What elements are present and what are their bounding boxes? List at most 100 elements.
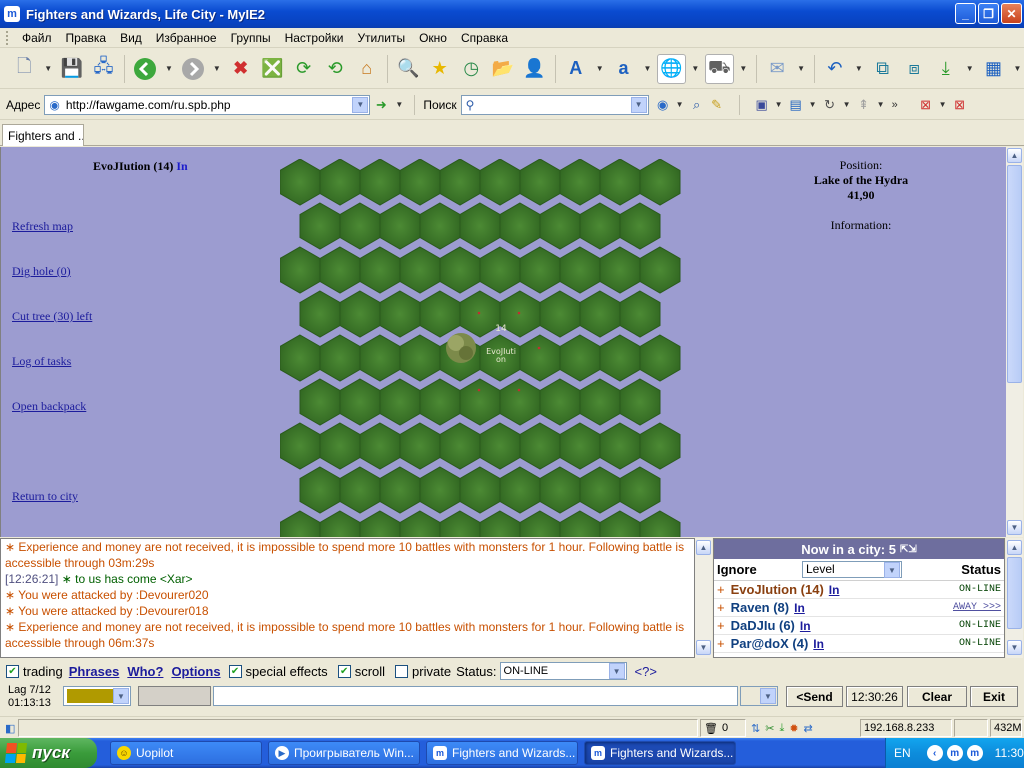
hex-cell[interactable]	[379, 466, 421, 514]
hex-cell[interactable]	[359, 159, 401, 206]
hex-cell[interactable]	[379, 202, 421, 250]
add-icon[interactable]: +	[717, 636, 725, 651]
more-chevron-icon[interactable]: »	[888, 90, 902, 120]
add-icon[interactable]: +	[717, 618, 725, 633]
move-marker[interactable]	[517, 311, 521, 315]
back-dropdown-icon[interactable]: ▼	[162, 54, 175, 84]
search-engine-icon[interactable]: ◉	[653, 95, 673, 115]
page-scrollbar[interactable]: ▲ ▼	[1006, 147, 1023, 537]
hex-cell[interactable]	[379, 290, 421, 338]
phrases-link[interactable]: Phrases	[69, 664, 120, 679]
highlight-icon[interactable]: ✎	[707, 95, 727, 115]
save-icon[interactable]: 💾	[58, 54, 87, 84]
download-status-icon[interactable]: ⤓	[779, 722, 784, 735]
hex-cell[interactable]	[519, 246, 561, 294]
hex-cell[interactable]	[579, 202, 621, 250]
hex-cell[interactable]	[559, 334, 601, 382]
hex-cell[interactable]	[599, 159, 641, 206]
hex-cell[interactable]	[439, 510, 481, 537]
task-fighters-wizards-1[interactable]: m Fighters and Wizards...	[426, 741, 578, 765]
hex-cell[interactable]	[280, 159, 321, 206]
hex-cell[interactable]	[539, 466, 581, 514]
hex-cell[interactable]	[639, 510, 681, 537]
net-status-icon[interactable]: ⇅	[751, 722, 760, 735]
user-status[interactable]: AWAY >>>	[953, 602, 1001, 613]
font-dropdown-icon[interactable]: ▼	[593, 54, 606, 84]
return-to-city-link[interactable]: Return to city	[12, 489, 78, 504]
minimize-button[interactable]: _	[955, 3, 976, 24]
plugin-icon[interactable]: ✹	[789, 722, 798, 735]
chat-log[interactable]: ∗ Experience and money are not received,…	[0, 538, 695, 658]
hex-cell[interactable]	[299, 466, 341, 514]
online-user-row[interactable]: + DaDJIu (6) In ON-LINE	[714, 617, 1004, 635]
undo-dropdown-icon[interactable]: ▼	[852, 54, 865, 84]
proxy-dropdown-icon[interactable]: ▼	[737, 54, 750, 84]
hex-cell[interactable]	[359, 334, 401, 382]
chat-scrollbar[interactable]: ▲ ▼	[695, 538, 712, 658]
hex-cell[interactable]	[459, 290, 501, 338]
hex-cell[interactable]	[579, 290, 621, 338]
online-scroll-down-icon[interactable]: ▼	[1007, 640, 1022, 655]
online-scrollbar[interactable]: ▲ ▼	[1006, 538, 1023, 658]
hex-cell[interactable]	[579, 378, 621, 426]
hex-cell[interactable]	[359, 246, 401, 294]
send-button[interactable]: <Send	[786, 686, 843, 707]
hex-cell[interactable]	[539, 290, 581, 338]
hex-cell[interactable]	[319, 334, 361, 382]
help-link[interactable]: <?>	[635, 664, 657, 679]
search-icon[interactable]: 🔍	[394, 54, 423, 84]
proxy-icon[interactable]: ⛟	[705, 53, 734, 84]
hex-cell[interactable]	[559, 510, 601, 537]
user-icon[interactable]: 👤	[520, 54, 549, 84]
log-of-tasks-link[interactable]: Log of tasks	[12, 354, 71, 369]
save-page-icon[interactable]: ▣	[752, 95, 772, 115]
favorites-star-icon[interactable]: ★	[425, 54, 454, 84]
url-input[interactable]: ◉ http://fawgame.com/ru.spb.php ▼	[44, 94, 371, 115]
go-dropdown-icon[interactable]: ▼	[392, 90, 406, 120]
hex-cell[interactable]	[459, 202, 501, 250]
search-input[interactable]: ⚲ ▼	[460, 94, 649, 115]
scroll-down-icon[interactable]: ▼	[1007, 520, 1022, 535]
add-icon[interactable]: +	[717, 582, 725, 597]
hex-cell[interactable]	[439, 246, 481, 294]
hex-cell[interactable]	[439, 422, 481, 470]
popup-blocker-icon[interactable]: ✂	[765, 722, 774, 735]
hex-cell[interactable]	[479, 510, 521, 537]
private-checkbox[interactable]	[395, 664, 409, 678]
hex-cell[interactable]	[299, 290, 341, 338]
save-page-dropdown-icon[interactable]: ▼	[772, 90, 786, 120]
title-bar[interactable]: m Fighters and Wizards, Life City - MyIE…	[0, 0, 1024, 28]
hex-cell[interactable]	[419, 466, 461, 514]
mail-dropdown-icon[interactable]: ▼	[794, 54, 807, 84]
hex-cell[interactable]	[499, 466, 541, 514]
search-dropdown-icon[interactable]: ▼	[630, 96, 647, 113]
new-dropdown-icon[interactable]: ▼	[42, 54, 55, 84]
history-icon[interactable]: ◷	[457, 54, 486, 84]
hex-cell[interactable]	[619, 290, 661, 338]
scroll-thumb[interactable]	[1007, 165, 1022, 383]
undo-close-icon[interactable]: ↶	[821, 54, 850, 84]
mail-icon[interactable]: ✉	[763, 54, 792, 84]
hex-cell[interactable]	[299, 202, 341, 250]
task-fighters-wizards-2[interactable]: m Fighters and Wizards...	[584, 741, 736, 765]
hex-cell[interactable]	[559, 246, 601, 294]
calculator-dropdown-icon[interactable]: ▼	[806, 90, 820, 120]
user-info-link[interactable]: In	[813, 637, 824, 651]
recipient-field[interactable]	[138, 686, 211, 706]
user-info-link[interactable]: In	[829, 583, 840, 597]
hex-cell[interactable]	[639, 246, 681, 294]
folder-icon[interactable]: 📂	[489, 54, 518, 84]
menu-file[interactable]: Файл	[15, 31, 59, 45]
menu-help[interactable]: Справка	[454, 31, 515, 45]
online-user-row[interactable]: + Raven (8) In AWAY >>>	[714, 599, 1004, 617]
move-marker[interactable]	[517, 388, 521, 392]
hex-cell[interactable]	[599, 334, 641, 382]
page-up-dropdown-icon[interactable]: ▼	[874, 90, 888, 120]
encoding-icon[interactable]: a	[609, 54, 638, 84]
cut-tree-link[interactable]: Cut tree (30) left	[12, 309, 92, 324]
web-dropdown-icon[interactable]: ▼	[689, 54, 702, 84]
back-icon[interactable]	[131, 54, 160, 84]
start-button[interactable]: пуск	[0, 738, 97, 768]
move-marker[interactable]	[477, 388, 481, 392]
find-in-page-icon[interactable]: ⌕	[687, 95, 707, 115]
